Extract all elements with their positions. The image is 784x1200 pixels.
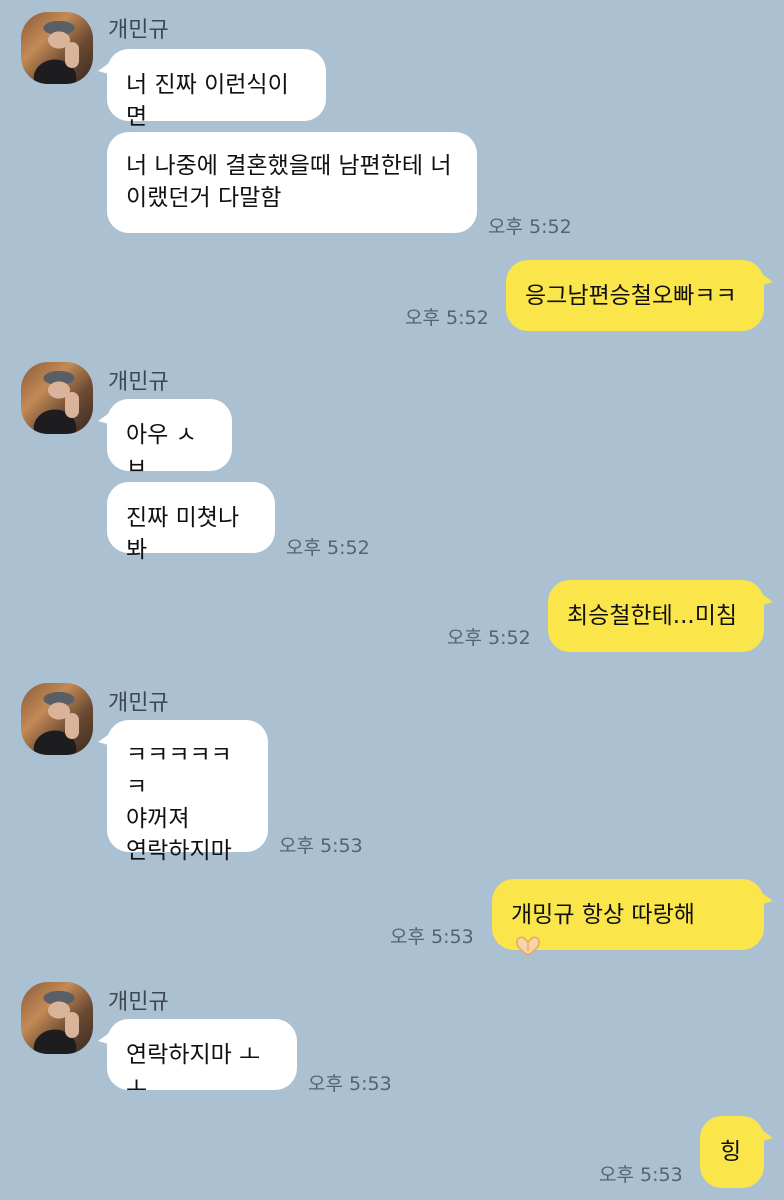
sender-name: 개민규	[108, 691, 169, 716]
message-bubble[interactable]: 너 진짜 이런식이면	[98, 49, 326, 130]
message-bubble[interactable]: 너 나중에 결혼했을때 남편한테 너 이랬던거 다말함	[107, 132, 477, 233]
message-bubble[interactable]: 연락하지마 ㅗㅗ	[98, 1019, 297, 1100]
message-time: 오후 5:53	[390, 926, 474, 948]
sender-name: 개민규	[108, 990, 169, 1015]
message-text: 연락하지마 ㅗㅗ	[126, 1042, 261, 1100]
message-time: 오후 5:52	[405, 307, 489, 329]
sender-name: 개민규	[108, 370, 169, 395]
avatar[interactable]	[21, 12, 93, 84]
message-text: 아우 ㅅㅂ	[126, 422, 197, 480]
message-text: 진짜 미쳣나봐	[126, 505, 240, 563]
message-text: 너 나중에 결혼했을때 남편한테 너 이랬던거 다말함	[126, 153, 452, 211]
message-bubble[interactable]: 아우 ㅅㅂ	[98, 399, 232, 480]
message-bubble[interactable]: ㅋㅋㅋㅋㅋㅋ 야꺼져 연락하지마	[98, 720, 268, 864]
message-time: 오후 5:53	[599, 1164, 683, 1186]
my-message-bubble[interactable]: 최승철한테...미침	[548, 580, 773, 652]
message-text: 응그남편승철오빠ㅋㅋ	[525, 283, 737, 309]
heart-hands-emoji	[516, 936, 540, 956]
sender-name: 개민규	[108, 18, 169, 43]
avatar[interactable]	[21, 683, 93, 755]
avatar-photo	[65, 1012, 79, 1038]
message-bubble[interactable]: 진짜 미쳣나봐	[107, 482, 275, 563]
message-time: 오후 5:52	[286, 537, 370, 559]
message-text: ㅋㅋㅋㅋㅋㅋ 야꺼져 연락하지마	[126, 742, 232, 864]
my-message-bubble[interactable]: 개밍규 항상 따랑해	[492, 879, 773, 956]
avatar[interactable]	[21, 982, 93, 1054]
message-time: 오후 5:53	[279, 835, 363, 857]
my-message-bubble[interactable]: 힝	[700, 1116, 773, 1188]
message-text: 개밍규 항상 따랑해	[511, 902, 695, 928]
message-text: 너 진짜 이런식이면	[126, 72, 289, 130]
avatar-photo	[65, 392, 79, 418]
avatar-photo	[65, 713, 79, 739]
message-time: 오후 5:53	[308, 1073, 392, 1095]
avatar[interactable]	[21, 362, 93, 434]
my-message-bubble[interactable]: 응그남편승철오빠ㅋㅋ	[506, 260, 773, 331]
message-text: 힝	[720, 1139, 742, 1165]
message-time: 오후 5:52	[447, 627, 531, 649]
message-time: 오후 5:52	[488, 216, 572, 238]
message-text: 최승철한테...미침	[567, 603, 738, 629]
avatar-photo	[65, 42, 79, 68]
